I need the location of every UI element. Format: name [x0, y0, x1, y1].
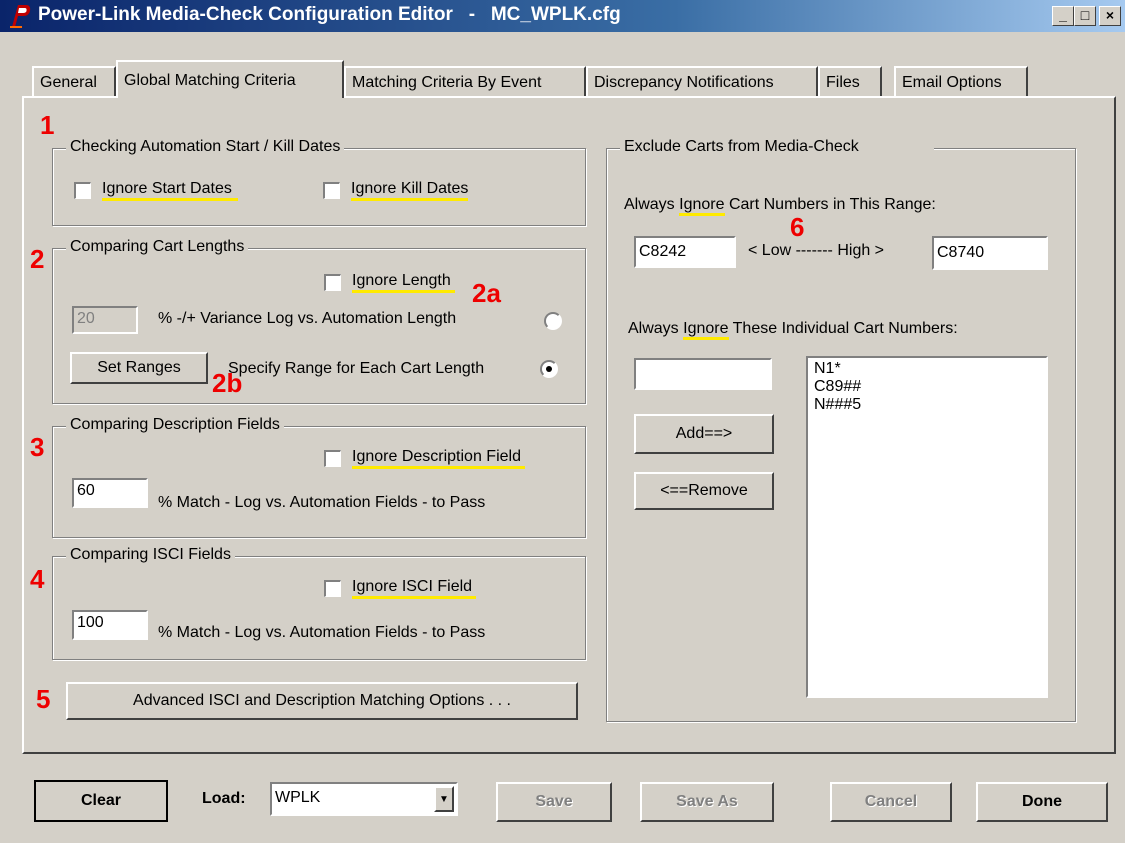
individual-label-highlight: Ignore [683, 320, 729, 340]
isci-group [52, 556, 586, 660]
ignore-length-label-wrap: Ignore Length [352, 272, 455, 293]
ignore-isci-checkbox[interactable] [324, 580, 341, 597]
ignore-length-label: Ignore Length [352, 272, 455, 293]
annotation-4: 4 [30, 564, 45, 594]
list-item[interactable]: N1* [814, 360, 1040, 378]
low-high-label: < Low ------- High > [748, 242, 885, 259]
ignore-kill-dates-checkbox[interactable] [323, 182, 340, 199]
set-ranges-button[interactable]: Set Ranges [70, 352, 208, 384]
remove-cart-button[interactable]: <==Remove [634, 472, 774, 510]
annotation-5: 5 [36, 684, 51, 714]
list-item[interactable]: C89## [814, 378, 1040, 396]
ignore-kill-dates-label: Ignore Kill Dates [351, 180, 469, 201]
range-label-highlight: Ignore [679, 196, 725, 216]
isci-match-input[interactable]: 100 [72, 610, 148, 640]
variance-label: % -/+ Variance Log vs. Automation Length [158, 310, 457, 327]
ignore-start-dates-label: Ignore Start Dates [102, 180, 238, 201]
specify-range-label: Specify Range for Each Cart Length [228, 360, 485, 377]
individual-cart-input[interactable] [634, 358, 772, 390]
annotation-2: 2 [30, 244, 45, 274]
add-cart-button[interactable]: Add==> [634, 414, 774, 454]
range-label-pre: Always [624, 196, 680, 213]
annotation-1: 1 [40, 110, 55, 140]
description-match-input[interactable]: 60 [72, 478, 148, 508]
ignore-length-checkbox[interactable] [324, 274, 341, 291]
ignore-isci-label: Ignore ISCI Field [352, 578, 477, 599]
annotation-3: 3 [30, 432, 45, 462]
ignore-description-label-wrap: Ignore Description Field [352, 448, 525, 469]
ignore-isci-label-wrap: Ignore ISCI Field [352, 578, 477, 599]
lengths-group-title: Comparing Cart Lengths [66, 238, 249, 256]
high-cart-input[interactable]: C8740 [932, 236, 1048, 270]
range-label: Always Ignore Cart Numbers in This Range… [624, 196, 936, 216]
radio-selected-dot [546, 366, 552, 372]
list-item[interactable]: N###5 [814, 396, 1040, 414]
low-cart-input[interactable]: C8242 [634, 236, 736, 268]
description-match-label: % Match - Log vs. Automation Fields - to… [158, 494, 486, 511]
ignore-description-label: Ignore Description Field [352, 448, 525, 469]
advanced-matching-options-button[interactable]: Advanced ISCI and Description Matching O… [66, 682, 578, 720]
dates-group-title: Checking Automation Start / Kill Dates [66, 138, 345, 156]
ignore-start-dates-checkbox[interactable] [74, 182, 91, 199]
exclude-group-title: Exclude Carts from Media-Check [620, 138, 934, 156]
description-group-title: Comparing Description Fields [66, 416, 284, 434]
isci-group-title: Comparing ISCI Fields [66, 546, 235, 564]
individual-label-post: These Individual Cart Numbers: [728, 320, 958, 337]
ignore-start-dates-label-wrap: Ignore Start Dates [102, 180, 238, 201]
content-layer: 1 2 2a 2b 3 4 5 6 7 Checking Automation … [0, 0, 1125, 843]
range-label-post: Cart Numbers in This Range: [724, 196, 936, 213]
specify-range-radio[interactable] [540, 360, 558, 378]
isci-match-label: % Match - Log vs. Automation Fields - to… [158, 624, 486, 641]
variance-input[interactable]: 20 [72, 306, 138, 334]
individual-label-pre: Always [628, 320, 684, 337]
cart-list[interactable]: N1* C89## N###5 [806, 356, 1048, 698]
ignore-kill-dates-label-wrap: Ignore Kill Dates [351, 180, 469, 201]
individual-label: Always Ignore These Individual Cart Numb… [628, 320, 958, 340]
ignore-description-checkbox[interactable] [324, 450, 341, 467]
variance-radio[interactable] [544, 312, 562, 330]
